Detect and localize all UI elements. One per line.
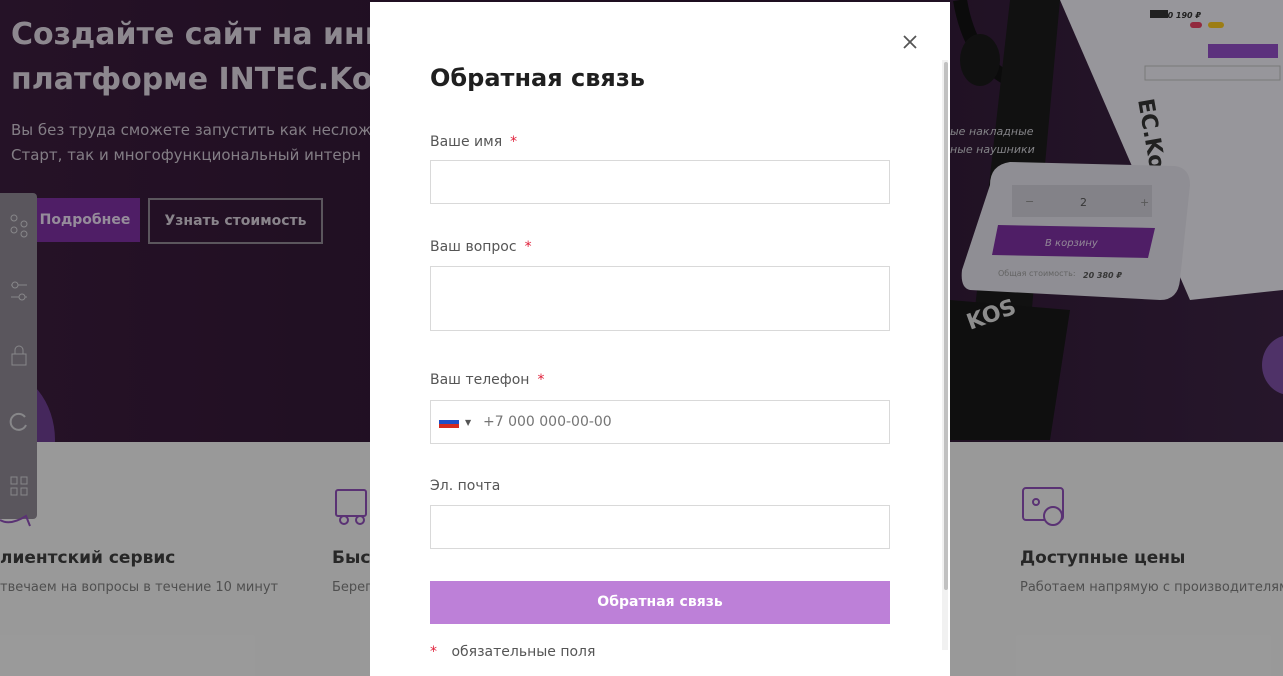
- name-field[interactable]: [430, 160, 890, 204]
- question-label: Ваш вопрос *: [430, 239, 532, 255]
- phone-field[interactable]: [483, 401, 883, 443]
- submit-button[interactable]: Обратная связь: [430, 581, 890, 624]
- required-fields-note: * обязательные поля: [430, 644, 595, 660]
- chevron-down-icon: ▼: [465, 417, 472, 427]
- phone-label-text: Ваш телефон: [430, 372, 530, 388]
- close-icon[interactable]: [900, 32, 920, 52]
- required-mark: *: [524, 239, 532, 255]
- question-label-text: Ваш вопрос: [430, 239, 517, 255]
- question-field[interactable]: [430, 266, 890, 331]
- required-note-text: обязательные поля: [451, 644, 596, 660]
- russia-flag-icon: [439, 416, 459, 428]
- scrollbar-thumb[interactable]: [944, 62, 948, 590]
- email-label: Эл. почта: [430, 478, 501, 494]
- modal-title: Обратная связь: [430, 64, 645, 92]
- phone-field-wrapper: ▼: [430, 400, 890, 444]
- email-field[interactable]: [430, 505, 890, 549]
- phone-label: Ваш телефон *: [430, 372, 544, 388]
- required-mark: *: [537, 372, 545, 388]
- name-label: Ваше имя *: [430, 134, 517, 150]
- required-mark: *: [430, 644, 437, 660]
- name-label-text: Ваше имя: [430, 134, 503, 150]
- feedback-modal: Обратная связь Ваше имя * Ваш вопрос * Ваш…: [370, 2, 950, 676]
- country-select[interactable]: ▼: [439, 415, 477, 429]
- required-mark: *: [510, 134, 518, 150]
